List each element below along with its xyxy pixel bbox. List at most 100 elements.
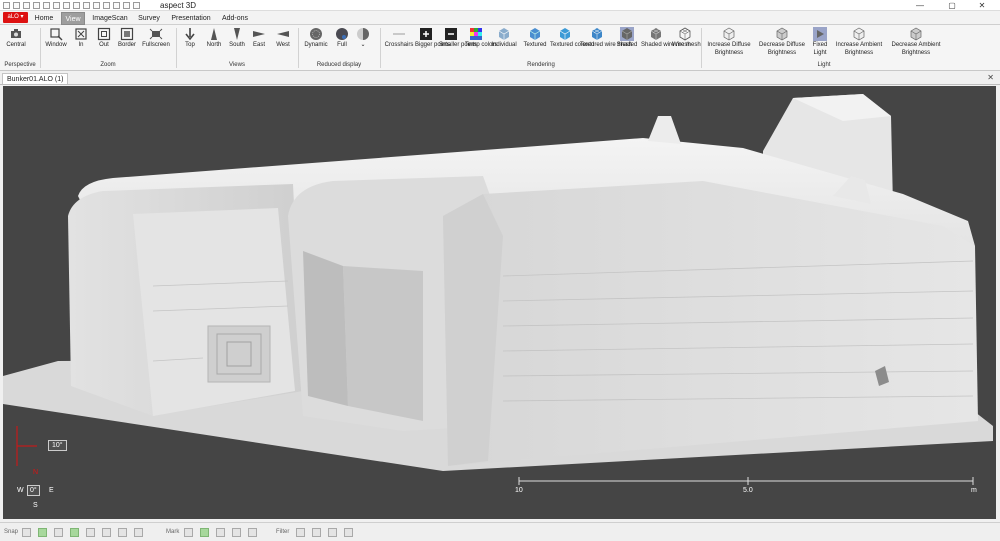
new-file-icon[interactable] [13, 1, 20, 9]
decrease-diffuse-label-line2: Brightness [767, 50, 797, 56]
wire-mesh-button[interactable]: Wire mesh [672, 27, 701, 49]
zoom-window-button[interactable]: Window [43, 27, 69, 49]
document-tab[interactable]: Bunker01.ALO (1) [2, 73, 69, 84]
filter-4-icon[interactable] [344, 528, 353, 537]
snap-vertex-icon[interactable] [70, 528, 79, 537]
help-icon[interactable] [103, 1, 110, 9]
open-file-icon[interactable] [23, 1, 30, 9]
bigger-points-icon [420, 28, 432, 40]
screenshot-icon[interactable] [113, 1, 120, 9]
decrease-diffuse-brightness-button[interactable]: Decrease Diffuse Brightness [756, 27, 808, 57]
fixed-light-button[interactable]: Fixed Light [808, 27, 832, 57]
mark-clear-icon[interactable] [248, 528, 257, 537]
save-as-icon[interactable] [43, 1, 50, 9]
shaded-button[interactable]: Shaded [614, 27, 640, 49]
file-menu-button[interactable]: aLO ▾ [3, 12, 28, 23]
reduced-display-dropdown[interactable]: ⌄ [354, 27, 372, 49]
customize-icon[interactable] [133, 1, 140, 9]
tab-survey[interactable]: Survey [134, 12, 164, 25]
copy-icon[interactable] [83, 1, 90, 9]
temp-colors-button[interactable]: Temp colors [465, 27, 498, 49]
textured-label: Textured [523, 42, 547, 48]
tab-view[interactable]: View [61, 12, 85, 25]
mark-line-icon[interactable] [216, 528, 225, 537]
increase-ambient-icon [853, 27, 865, 41]
minimize-button[interactable]: — [906, 0, 934, 11]
snap-center-icon[interactable] [102, 528, 111, 537]
tab-presentation[interactable]: Presentation [168, 12, 214, 25]
view-south-label: South [229, 42, 245, 48]
individual-button[interactable]: Individual [489, 27, 519, 49]
view-top-label: Top [185, 42, 195, 48]
filter-2-icon[interactable] [312, 528, 321, 537]
bigger-points-button[interactable]: Bigger points [415, 27, 450, 49]
tab-home[interactable]: Home [32, 12, 56, 25]
bunker-3d-model[interactable] [3, 86, 996, 519]
south-cone-icon [234, 28, 240, 40]
zoom-in-button[interactable]: In [71, 27, 91, 49]
shaded-wire-mesh-button[interactable]: Shaded wire mesh [641, 27, 691, 49]
increase-diffuse-brightness-button[interactable]: Increase Diffuse Brightness [703, 27, 755, 57]
redo-icon[interactable] [73, 1, 80, 9]
tab-imagescan[interactable]: ImageScan [90, 12, 130, 25]
snap-grid-icon[interactable] [38, 528, 47, 537]
filter-1-icon[interactable] [296, 528, 305, 537]
zoom-out-button[interactable]: Out [93, 27, 115, 49]
full-button[interactable]: Full [332, 27, 352, 49]
group-label-perspective: Perspective [4, 62, 36, 68]
snap-edge-icon[interactable] [54, 528, 63, 537]
dynamic-sphere-icon [310, 28, 322, 40]
snap-face-icon[interactable] [86, 528, 95, 537]
individual-label: Individual [491, 42, 517, 48]
mark-point-icon[interactable] [184, 528, 193, 537]
group-separator [298, 28, 299, 68]
mark-polygon-icon[interactable] [232, 528, 241, 537]
dynamic-button[interactable]: Dynamic [302, 27, 330, 49]
close-document-icon[interactable]: ✕ [987, 72, 994, 84]
snap-mid-icon[interactable] [118, 528, 127, 537]
textured-wire-mesh-button[interactable]: Textured wire mesh [580, 27, 632, 49]
snap-line-icon[interactable] [134, 528, 143, 537]
decrease-diffuse-label-line1: Decrease Diffuse [759, 42, 805, 48]
decrease-ambient-brightness-button[interactable]: Decrease Ambient Brightness [888, 27, 944, 57]
undo-icon[interactable] [63, 1, 70, 9]
increase-diffuse-label-line2: Brightness [714, 50, 744, 56]
filter-3-icon[interactable] [328, 528, 337, 537]
view-north-button[interactable]: North [203, 27, 225, 49]
temp-colors-label: Temp colors [465, 42, 498, 48]
central-camera-icon [11, 29, 21, 38]
zoom-window-icon [50, 28, 63, 41]
app-menu-icon[interactable] [3, 1, 10, 9]
increase-ambient-brightness-button[interactable]: Increase Ambient Brightness [832, 27, 886, 57]
print-icon[interactable] [53, 1, 60, 9]
fullscreen-button[interactable]: Fullscreen [140, 27, 172, 49]
tilt-readout: 10° [48, 440, 67, 451]
info-icon[interactable] [123, 1, 130, 9]
compass-heading: 0° [27, 485, 40, 496]
decrease-ambient-icon [910, 27, 922, 41]
save-icon[interactable] [33, 1, 40, 9]
decrease-ambient-label-line1: Decrease Ambient [891, 42, 941, 48]
zoom-border-button[interactable]: Border [116, 27, 138, 49]
crosshairs-button[interactable]: Crosshairs [383, 27, 415, 49]
central-button[interactable]: Central [3, 27, 29, 49]
axis-indicator [16, 426, 37, 466]
textured-colored-button[interactable]: Textured colored [550, 27, 594, 49]
settings-icon[interactable] [93, 1, 100, 9]
view-south-button[interactable]: South [226, 27, 248, 49]
smaller-points-button[interactable]: Smaller points [439, 27, 477, 49]
textured-button[interactable]: Textured [520, 27, 550, 49]
filter-label: Filter [276, 529, 290, 535]
increase-ambient-label-line1: Increase Ambient [835, 42, 883, 48]
tab-add-ons[interactable]: Add-ons [219, 12, 251, 25]
mark-region-icon[interactable] [200, 528, 209, 537]
close-button[interactable]: ✕ [968, 0, 996, 11]
snap-point-icon[interactable] [22, 528, 31, 537]
3d-viewport[interactable]: 10° N W 0° E S 10 5.0 m [3, 86, 996, 519]
maximize-button[interactable]: ▢ [938, 0, 966, 11]
crosshairs-label: Crosshairs [384, 42, 414, 48]
view-west-button[interactable]: West [272, 27, 294, 49]
view-east-button[interactable]: East [249, 27, 269, 49]
smaller-points-icon [445, 28, 457, 40]
view-top-button[interactable]: Top [179, 27, 201, 49]
